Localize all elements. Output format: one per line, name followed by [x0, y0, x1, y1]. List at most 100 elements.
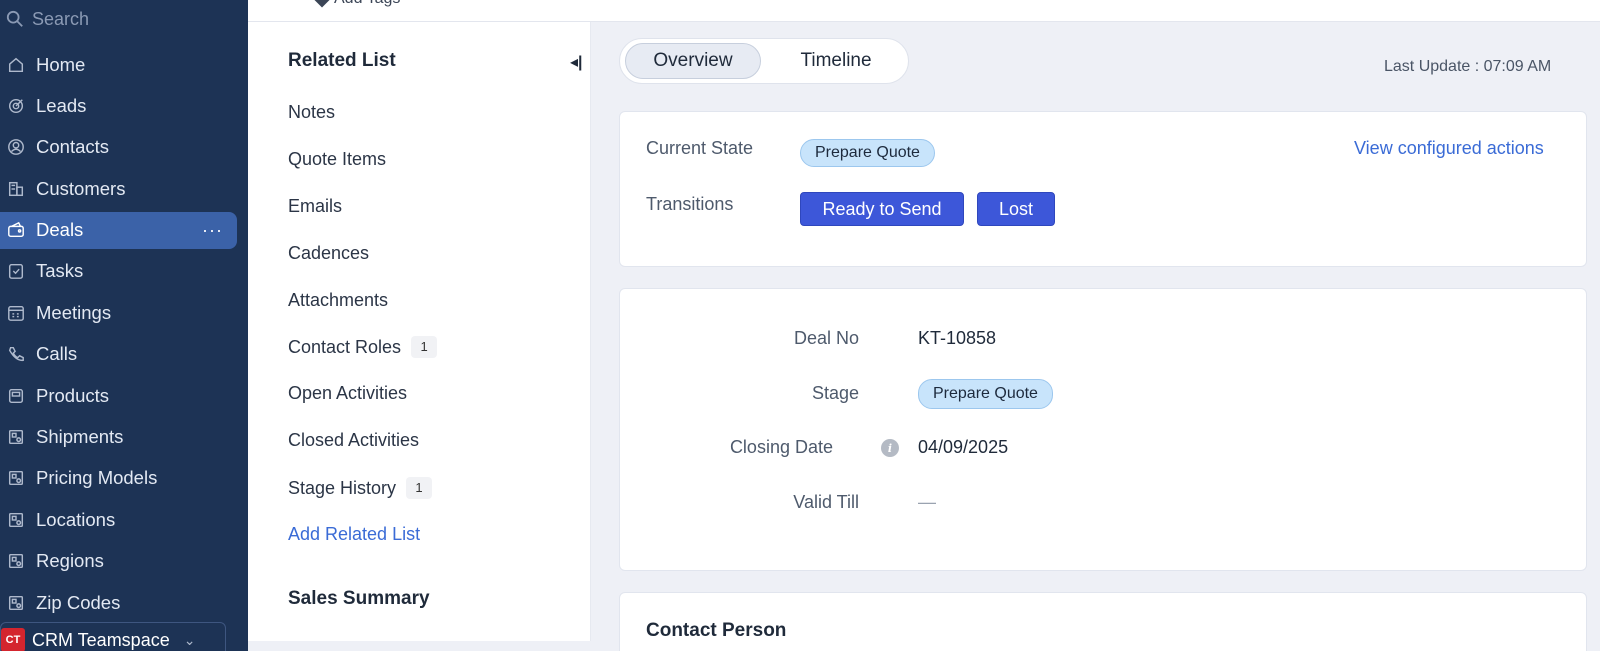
sidebar-item-label: Home: [36, 53, 86, 75]
related-item-emails[interactable]: Emails: [288, 196, 342, 217]
closing-date-label: Closing Date: [729, 437, 833, 457]
related-item-label: Stage History: [288, 477, 397, 498]
related-item-label: Cadences: [288, 243, 370, 263]
tab-overview[interactable]: Overview: [625, 43, 761, 79]
related-list-panel: Related List ◂| Notes Quote Items Emails…: [248, 22, 591, 651]
related-item-notes[interactable]: Notes: [288, 102, 335, 123]
closing-date-value: 04/09/2025: [918, 437, 1009, 457]
module-icon: [6, 551, 26, 571]
module-icon: [6, 510, 26, 530]
customers-icon: [6, 179, 26, 199]
products-icon: [6, 386, 26, 406]
sidebar-item-products[interactable]: Products: [0, 377, 248, 414]
chevron-down-icon: ⌄: [183, 631, 196, 648]
search-placeholder: Search: [32, 8, 90, 29]
sidebar-item-label: Locations: [36, 508, 116, 530]
sidebar-item-home[interactable]: Home: [0, 46, 248, 83]
module-icon: [6, 427, 26, 447]
search-icon: [6, 10, 23, 27]
last-update: Last Update : 07:09 AM: [1384, 58, 1552, 75]
deals-icon: [6, 220, 26, 240]
meetings-icon: [6, 303, 26, 323]
calls-icon: [6, 344, 26, 364]
tag-icon: [313, 0, 331, 8]
related-item-stage-history[interactable]: Stage History 1: [288, 477, 433, 499]
related-item-label: Attachments: [288, 290, 389, 310]
sidebar-item-deals[interactable]: Deals ···: [0, 211, 237, 249]
related-item-attachments[interactable]: Attachments: [288, 290, 388, 311]
home-icon: [6, 55, 26, 75]
sidebar-item-label: Pricing Models: [36, 467, 158, 489]
related-item-open-activities[interactable]: Open Activities: [288, 383, 407, 404]
sidebar-item-tasks[interactable]: Tasks: [0, 253, 248, 290]
tasks-icon: [6, 261, 26, 281]
related-item-label: Closed Activities: [288, 430, 420, 450]
module-icon: [6, 468, 26, 488]
teamspace-badge: CT: [1, 628, 25, 651]
sidebar-item-label: Meetings: [36, 301, 112, 323]
sidebar-item-label: Customers: [36, 177, 126, 199]
current-state-badge: Prepare Quote: [800, 139, 935, 167]
module-icon: [6, 593, 26, 613]
related-item-cadences[interactable]: Cadences: [288, 243, 369, 264]
sidebar-item-locations[interactable]: Locations: [0, 501, 248, 538]
sidebar-item-customers[interactable]: Customers: [0, 170, 248, 207]
sidebar-item-calls[interactable]: Calls: [0, 336, 248, 373]
leads-icon: [6, 96, 26, 116]
deal-no-label: Deal No: [793, 328, 859, 348]
related-item-contact-roles[interactable]: Contact Roles 1: [288, 336, 438, 358]
add-tags-label: Add Tags: [334, 0, 400, 8]
sales-summary-title: Sales Summary: [288, 588, 430, 609]
related-item-label: Contact Roles: [288, 336, 402, 357]
sidebar-item-zip-codes[interactable]: Zip Codes: [0, 584, 248, 621]
sidebar-item-label: Zip Codes: [36, 591, 121, 613]
sidebar-item-leads[interactable]: Leads: [0, 87, 248, 124]
count-badge: 1: [406, 477, 433, 499]
top-strip: Add Tags: [248, 0, 1600, 22]
add-tags-button[interactable]: Add Tags: [313, 0, 400, 8]
sidebar-item-regions[interactable]: Regions: [0, 543, 248, 580]
info-icon[interactable]: i: [881, 439, 899, 457]
ready-to-send-button[interactable]: Ready to Send: [800, 192, 964, 226]
sidebar-item-label: Regions: [36, 550, 104, 572]
sidebar-item-shipments[interactable]: Shipments: [0, 419, 248, 456]
teamspace-label: CRM Teamspace: [32, 629, 170, 650]
search-box[interactable]: Search: [6, 6, 89, 32]
sidebar-item-label: Deals: [36, 219, 84, 241]
related-item-quote-items[interactable]: Quote Items: [288, 149, 386, 170]
deal-no-value: KT-10858: [918, 328, 997, 348]
sidebar-item-label: Products: [36, 384, 110, 406]
valid-till-label: Valid Till: [793, 492, 859, 512]
stage-badge: Prepare Quote: [918, 379, 1053, 409]
teamspace-switcher[interactable]: CT CRM Teamspace ⌄: [0, 622, 226, 651]
add-related-list-link[interactable]: Add Related List: [288, 524, 420, 545]
related-list-title: Related List: [288, 50, 396, 71]
deal-details-card: Deal No KT-10858 Stage Prepare Quote Clo…: [619, 288, 1587, 571]
contact-person-card: Contact Person: [619, 592, 1587, 651]
lost-button[interactable]: Lost: [977, 192, 1055, 226]
more-options-icon[interactable]: ···: [202, 220, 223, 241]
sidebar-item-label: Tasks: [36, 260, 84, 282]
sidebar-item-label: Leads: [36, 94, 87, 116]
sidebar-item-label: Shipments: [36, 426, 124, 448]
tab-timeline[interactable]: Timeline: [770, 43, 902, 79]
sidebar-nav: Home Leads Contacts Customers Deals ··· …: [0, 46, 248, 625]
related-item-label: Open Activities: [288, 383, 408, 403]
sidebar-item-meetings[interactable]: Meetings: [0, 294, 248, 331]
panel-divider: [248, 641, 591, 651]
contacts-icon: [6, 137, 26, 157]
view-configured-actions-link[interactable]: View configured actions: [1354, 138, 1544, 159]
view-tabs: Overview Timeline: [619, 38, 909, 84]
current-state-label: Current State: [646, 138, 754, 158]
sidebar-item-contacts[interactable]: Contacts: [0, 129, 248, 166]
sidebar-item-label: Contacts: [36, 136, 110, 158]
related-item-label: Quote Items: [288, 149, 387, 169]
related-item-closed-activities[interactable]: Closed Activities: [288, 430, 419, 451]
related-item-label: Notes: [288, 102, 336, 122]
contact-person-title: Contact Person: [646, 620, 787, 641]
count-badge: 1: [411, 336, 438, 358]
transitions-label: Transitions: [646, 194, 734, 214]
sidebar-item-pricing-models[interactable]: Pricing Models: [0, 460, 248, 497]
sidebar: Search Home Leads Contacts Customers Dea…: [0, 0, 248, 651]
collapse-panel-icon[interactable]: ◂|: [570, 52, 583, 72]
